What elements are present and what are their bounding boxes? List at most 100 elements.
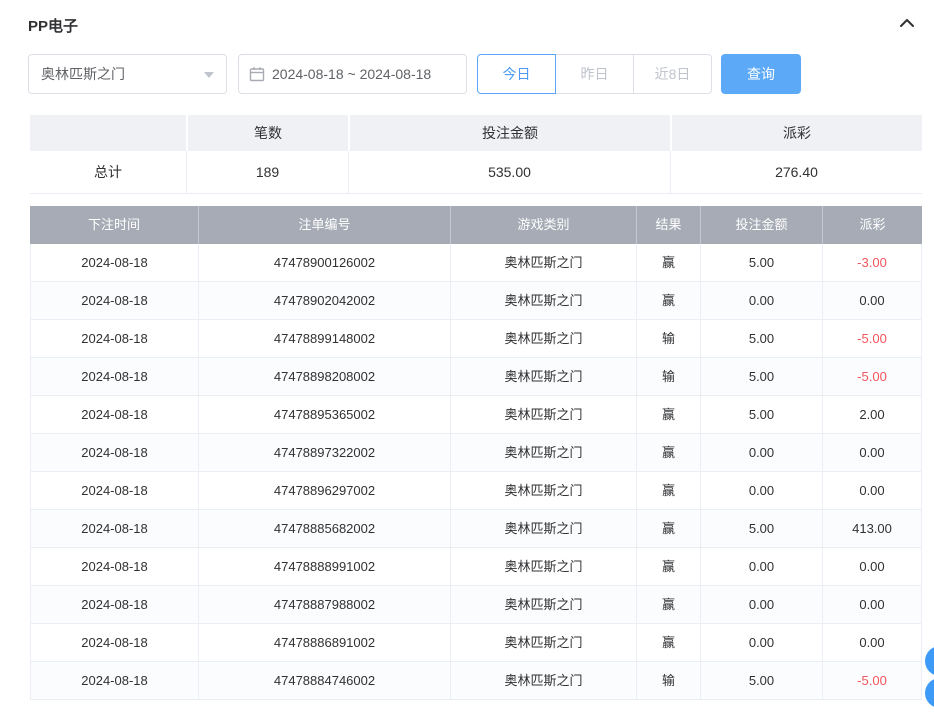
- today-button[interactable]: 今日: [477, 54, 556, 94]
- filter-bar: 奥林匹斯之门 2024-08-18 ~ 2024-08-18 今日 昨日 近8日…: [28, 54, 934, 94]
- cell-result: 赢: [637, 396, 701, 434]
- cell-bet-time: 2024-08-18: [30, 472, 199, 510]
- cell-order-id: 47478902042002: [199, 282, 451, 320]
- cell-game-category: 奥林匹斯之门: [451, 510, 637, 548]
- cell-payout: 0.00: [823, 434, 922, 472]
- chevron-up-icon: [898, 16, 916, 35]
- cell-order-id: 47478887988002: [199, 586, 451, 624]
- table-row: 2024-08-18 47478887988002 奥林匹斯之门 赢 0.00 …: [30, 586, 922, 624]
- cell-game-category: 奥林匹斯之门: [451, 320, 637, 358]
- cell-game-category: 奥林匹斯之门: [451, 396, 637, 434]
- cell-game-category: 奥林匹斯之门: [451, 548, 637, 586]
- table-header-row: 下注时间 注单编号 游戏类别 结果 投注金额 派彩: [30, 206, 922, 244]
- cell-bet-amount: 5.00: [701, 320, 823, 358]
- cell-bet-time: 2024-08-18: [30, 244, 199, 282]
- yesterday-button[interactable]: 昨日: [555, 54, 634, 94]
- cell-payout: -5.00: [823, 320, 922, 358]
- cell-payout: 0.00: [823, 472, 922, 510]
- cell-bet-time: 2024-08-18: [30, 358, 199, 396]
- header-game-category: 游戏类别: [451, 206, 637, 244]
- cell-payout: -5.00: [823, 358, 922, 396]
- cell-order-id: 47478885682002: [199, 510, 451, 548]
- cell-order-id: 47478895365002: [199, 396, 451, 434]
- cell-payout: -3.00: [823, 244, 922, 282]
- game-select-value: 奥林匹斯之门: [41, 64, 125, 84]
- quick-date-button-group: 今日 昨日 近8日: [477, 54, 712, 94]
- cell-order-id: 47478897322002: [199, 434, 451, 472]
- last-8-days-button[interactable]: 近8日: [633, 54, 712, 94]
- cell-bet-time: 2024-08-18: [30, 510, 199, 548]
- cell-result: 赢: [637, 472, 701, 510]
- cell-bet-amount: 5.00: [701, 358, 823, 396]
- cell-payout: 0.00: [823, 624, 922, 662]
- query-button[interactable]: 查询: [721, 54, 801, 94]
- cell-order-id: 47478896297002: [199, 472, 451, 510]
- game-select[interactable]: 奥林匹斯之门: [28, 54, 227, 94]
- cell-result: 赢: [637, 282, 701, 320]
- cell-bet-time: 2024-08-18: [30, 320, 199, 358]
- header-order-id: 注单编号: [199, 206, 451, 244]
- cell-game-category: 奥林匹斯之门: [451, 282, 637, 320]
- cell-game-category: 奥林匹斯之门: [451, 624, 637, 662]
- table-row: 2024-08-18 47478884746002 奥林匹斯之门 输 5.00 …: [30, 662, 922, 700]
- table-row: 2024-08-18 47478885682002 奥林匹斯之门 赢 5.00 …: [30, 510, 922, 548]
- table-row: 2024-08-18 47478886891002 奥林匹斯之门 赢 0.00 …: [30, 624, 922, 662]
- collapse-button[interactable]: [896, 14, 918, 37]
- panel-title: PP电子: [28, 15, 78, 36]
- chevron-down-icon: [204, 72, 214, 78]
- cell-order-id: 47478898208002: [199, 358, 451, 396]
- cell-bet-amount: 0.00: [701, 586, 823, 624]
- table-row: 2024-08-18 47478900126002 奥林匹斯之门 赢 5.00 …: [30, 244, 922, 282]
- cell-result: 赢: [637, 434, 701, 472]
- cell-result: 输: [637, 662, 701, 700]
- summary-total-payout: 276.40: [670, 151, 922, 194]
- table-row: 2024-08-18 47478888991002 奥林匹斯之门 赢 0.00 …: [30, 548, 922, 586]
- cell-bet-time: 2024-08-18: [30, 624, 199, 662]
- panel-header: PP电子: [0, 0, 934, 37]
- header-bet-amount: 投注金额: [701, 206, 823, 244]
- summary-table: 笔数 投注金额 派彩 总计 189 535.00 276.40: [30, 115, 922, 194]
- cell-bet-time: 2024-08-18: [30, 586, 199, 624]
- cell-bet-time: 2024-08-18: [30, 434, 199, 472]
- cell-bet-amount: 0.00: [701, 434, 823, 472]
- table-row: 2024-08-18 47478897322002 奥林匹斯之门 赢 0.00 …: [30, 434, 922, 472]
- cell-result: 赢: [637, 548, 701, 586]
- date-range-picker[interactable]: 2024-08-18 ~ 2024-08-18: [238, 54, 467, 94]
- cell-bet-amount: 5.00: [701, 662, 823, 700]
- header-payout: 派彩: [823, 206, 922, 244]
- cell-bet-amount: 5.00: [701, 510, 823, 548]
- cell-payout: 2.00: [823, 396, 922, 434]
- table-row: 2024-08-18 47478895365002 奥林匹斯之门 赢 5.00 …: [30, 396, 922, 434]
- cell-bet-time: 2024-08-18: [30, 282, 199, 320]
- cell-result: 赢: [637, 586, 701, 624]
- header-result: 结果: [637, 206, 701, 244]
- cell-game-category: 奥林匹斯之门: [451, 586, 637, 624]
- cell-bet-amount: 0.00: [701, 472, 823, 510]
- summary-total-label: 总计: [30, 151, 186, 194]
- summary-header-row: 笔数 投注金额 派彩: [30, 115, 922, 151]
- cell-order-id: 47478900126002: [199, 244, 451, 282]
- cell-result: 输: [637, 320, 701, 358]
- cell-order-id: 47478888991002: [199, 548, 451, 586]
- cell-game-category: 奥林匹斯之门: [451, 434, 637, 472]
- cell-game-category: 奥林匹斯之门: [451, 358, 637, 396]
- summary-total-row: 总计 189 535.00 276.40: [30, 151, 922, 194]
- cell-result: 输: [637, 358, 701, 396]
- cell-order-id: 47478884746002: [199, 662, 451, 700]
- cell-payout: 413.00: [823, 510, 922, 548]
- summary-header-count: 笔数: [186, 115, 348, 151]
- cell-bet-time: 2024-08-18: [30, 548, 199, 586]
- calendar-icon: [249, 66, 265, 82]
- cell-payout: 0.00: [823, 548, 922, 586]
- cell-game-category: 奥林匹斯之门: [451, 662, 637, 700]
- floating-button[interactable]: [925, 678, 934, 708]
- bet-records-table: 下注时间 注单编号 游戏类别 结果 投注金额 派彩 2024-08-18 474…: [30, 206, 922, 700]
- floating-button[interactable]: [925, 646, 934, 676]
- cell-bet-amount: 0.00: [701, 624, 823, 662]
- table-row: 2024-08-18 47478896297002 奥林匹斯之门 赢 0.00 …: [30, 472, 922, 510]
- cell-game-category: 奥林匹斯之门: [451, 472, 637, 510]
- table-row: 2024-08-18 47478902042002 奥林匹斯之门 赢 0.00 …: [30, 282, 922, 320]
- cell-payout: 0.00: [823, 586, 922, 624]
- table-body: 2024-08-18 47478900126002 奥林匹斯之门 赢 5.00 …: [30, 244, 922, 700]
- summary-total-count: 189: [186, 151, 348, 194]
